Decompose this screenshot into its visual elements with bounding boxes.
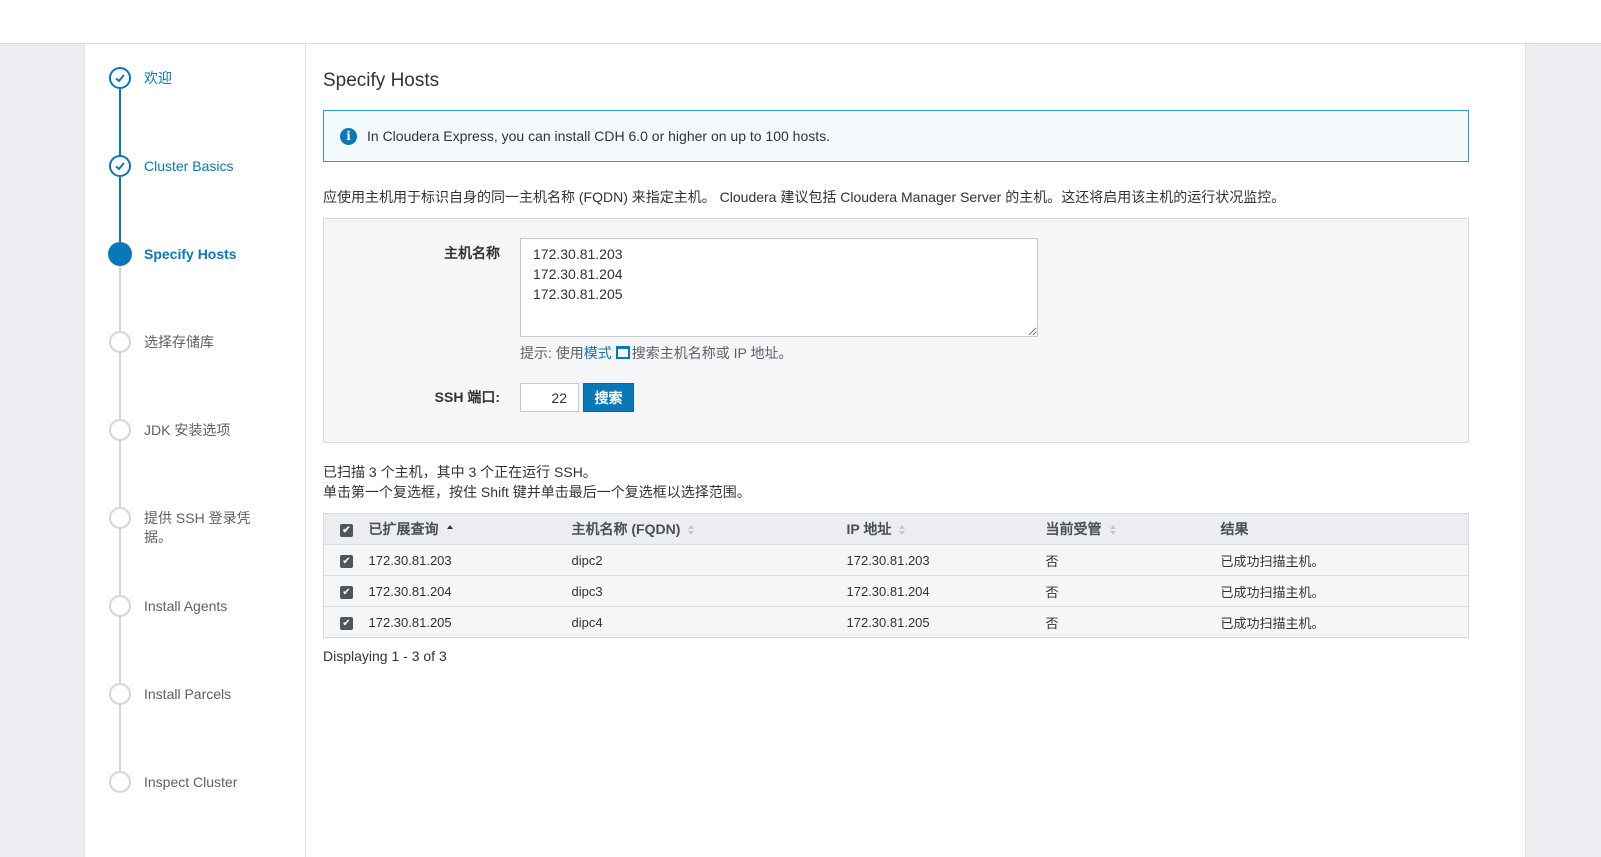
step-label: 欢迎 xyxy=(144,70,172,86)
row-select-cell: ✔ xyxy=(323,575,369,607)
column-header-hostname[interactable]: 主机名称 (FQDN) xyxy=(571,513,847,545)
column-label: 结果 xyxy=(1220,521,1249,537)
table-row: ✔ 172.30.81.204 dipc3 172.30.81.204 否 已成… xyxy=(323,575,1469,607)
cell-hostname: dipc4 xyxy=(571,606,847,638)
selection-instructions: 单击第一个复选框，按住 Shift 键并单击最后一个复选框以选择范围。 xyxy=(323,484,751,500)
column-label: IP 地址 xyxy=(846,521,892,537)
step-label: 提供 SSH 登录凭据。 xyxy=(144,510,251,545)
row-select-cell: ✔ xyxy=(323,544,369,576)
cell-expanded-query: 172.30.81.204 xyxy=(368,575,572,607)
step-select-repository: 选择存储库 xyxy=(109,331,299,371)
cell-ip: 172.30.81.203 xyxy=(846,544,1046,576)
column-label: 当前受管 xyxy=(1045,521,1102,537)
cell-result: 已成功扫描主机。 xyxy=(1220,606,1469,638)
info-icon: i xyxy=(340,128,357,145)
step-label: Install Agents xyxy=(144,598,228,614)
scan-summary: 已扫描 3 个主机，其中 3 个正在运行 SSH。 单击第一个复选框，按住 Sh… xyxy=(323,462,751,502)
hint-suffix: 搜索主机名称或 IP 地址。 xyxy=(631,345,793,361)
row-checkbox[interactable]: ✔ xyxy=(340,585,353,599)
pattern-link[interactable]: 模式 xyxy=(584,345,612,361)
current-step-icon xyxy=(108,242,132,266)
column-header-managed[interactable]: 当前受管 xyxy=(1045,513,1221,545)
hosts-table: ✔ 已扩展查询 主机名称 (FQDN) IP 地址 当前受管 结果 ✔ 172.… xyxy=(323,513,1469,638)
hostnames-textarea[interactable]: 172.30.81.203 172.30.81.204 172.30.81.20… xyxy=(520,238,1038,337)
step-label: Specify Hosts xyxy=(144,246,237,262)
pending-step-icon xyxy=(109,683,131,705)
step-label: 选择存储库 xyxy=(144,334,214,350)
info-text: In Cloudera Express, you can install CDH… xyxy=(367,128,831,144)
column-header-result: 结果 xyxy=(1220,513,1469,545)
step-specify-hosts: Specify Hosts xyxy=(108,242,299,283)
step-ssh-credentials: 提供 SSH 登录凭据。 xyxy=(109,507,299,547)
info-alert: i In Cloudera Express, you can install C… xyxy=(323,110,1469,162)
cell-managed: 否 xyxy=(1045,606,1221,638)
top-bar xyxy=(0,0,1601,44)
page-title: Specify Hosts xyxy=(323,70,440,91)
host-search-form: 主机名称 172.30.81.203 172.30.81.204 172.30.… xyxy=(323,218,1469,443)
select-all-cell: ✔ xyxy=(323,513,369,545)
column-header-expanded-query[interactable]: 已扩展查询 xyxy=(368,513,572,545)
scan-summary-line: 已扫描 3 个主机，其中 3 个正在运行 SSH。 xyxy=(323,464,597,480)
step-welcome[interactable]: 欢迎 xyxy=(109,67,299,107)
step-label: JDK 安装选项 xyxy=(144,422,231,438)
step-cluster-basics[interactable]: Cluster Basics xyxy=(109,155,299,195)
step-label: Cluster Basics xyxy=(144,158,234,174)
row-checkbox[interactable]: ✔ xyxy=(340,616,353,630)
page-description: 应使用主机用于标识自身的同一主机名称 (FQDN) 来指定主机。 Clouder… xyxy=(323,189,1286,205)
cell-ip: 172.30.81.204 xyxy=(846,575,1046,607)
sort-icon xyxy=(899,524,906,536)
check-icon xyxy=(109,67,131,89)
step-inspect-cluster: Inspect Cluster xyxy=(109,771,299,811)
hint-prefix: 提示: 使用 xyxy=(520,345,584,361)
table-row: ✔ 172.30.81.203 dipc2 172.30.81.203 否 已成… xyxy=(323,544,1469,576)
hostname-label: 主机名称 xyxy=(444,245,500,261)
pending-step-icon xyxy=(109,419,131,441)
search-hint: 提示: 使用模式 搜索主机名称或 IP 地址。 xyxy=(520,343,793,363)
pending-step-icon xyxy=(109,507,131,529)
table-header-row: ✔ 已扩展查询 主机名称 (FQDN) IP 地址 当前受管 结果 xyxy=(323,513,1469,545)
wizard-frame: 欢迎 Cluster Basics Specify Hosts 选择存储库 JD… xyxy=(84,44,1526,857)
column-header-ip[interactable]: IP 地址 xyxy=(846,513,1046,545)
cell-managed: 否 xyxy=(1045,575,1221,607)
ssh-port-label: SSH 端口: xyxy=(434,389,500,405)
cell-result: 已成功扫描主机。 xyxy=(1220,575,1469,607)
cell-managed: 否 xyxy=(1045,544,1221,576)
cell-ip: 172.30.81.205 xyxy=(846,606,1046,638)
row-select-cell: ✔ xyxy=(323,606,369,638)
step-install-parcels: Install Parcels xyxy=(109,683,299,723)
check-icon xyxy=(109,155,131,177)
pagination-info: Displaying 1 - 3 of 3 xyxy=(323,648,447,664)
wizard-steps-sidebar: 欢迎 Cluster Basics Specify Hosts 选择存储库 JD… xyxy=(85,44,306,857)
cell-expanded-query: 172.30.81.203 xyxy=(368,544,572,576)
pending-step-icon xyxy=(109,595,131,617)
pending-step-icon xyxy=(109,331,131,353)
select-all-checkbox[interactable]: ✔ xyxy=(340,523,353,537)
sort-icon xyxy=(688,524,695,536)
cell-result: 已成功扫描主机。 xyxy=(1220,544,1469,576)
cell-hostname: dipc2 xyxy=(571,544,847,576)
column-label: 已扩展查询 xyxy=(368,521,439,537)
step-jdk-options: JDK 安装选项 xyxy=(109,419,299,459)
step-label: Inspect Cluster xyxy=(144,774,238,790)
ssh-port-input[interactable] xyxy=(520,383,579,412)
pending-step-icon xyxy=(109,771,131,793)
cell-expanded-query: 172.30.81.205 xyxy=(368,606,572,638)
table-row: ✔ 172.30.81.205 dipc4 172.30.81.205 否 已成… xyxy=(323,606,1469,638)
sort-icon xyxy=(1109,524,1116,536)
row-checkbox[interactable]: ✔ xyxy=(340,554,353,568)
column-label: 主机名称 (FQDN) xyxy=(571,521,681,537)
cell-hostname: dipc3 xyxy=(571,575,847,607)
step-install-agents: Install Agents xyxy=(109,595,299,635)
search-button[interactable]: 搜索 xyxy=(583,383,634,412)
sort-asc-icon xyxy=(446,524,453,536)
window-icon xyxy=(615,346,630,359)
step-label: Install Parcels xyxy=(144,686,232,702)
